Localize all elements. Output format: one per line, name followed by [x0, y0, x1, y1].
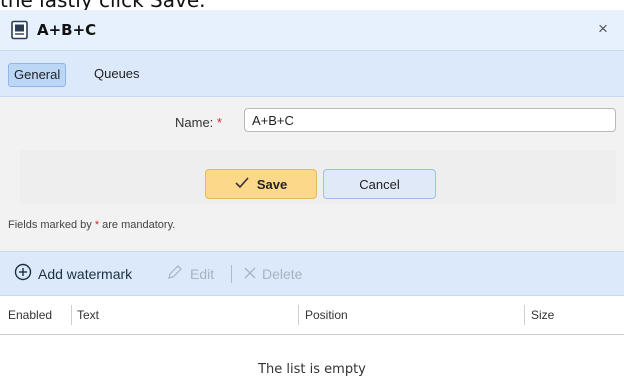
required-marker: * [216, 115, 222, 130]
note-suffix: are mandatory. [99, 219, 176, 231]
table-header: Enabled Text Position Size [0, 297, 624, 335]
empty-list-message: The list is empty [258, 362, 366, 377]
column-position[interactable]: Position [305, 308, 348, 322]
column-divider [298, 305, 299, 325]
general-form: Name: * Save Cancel Fields marked by * a… [0, 97, 624, 251]
watermark-dialog: A+B+C × General Queues Name: * Save Canc… [0, 10, 624, 381]
name-label-text: Name: [175, 115, 214, 130]
button-area [20, 150, 616, 204]
tab-general[interactable]: General [8, 63, 67, 87]
plus-circle-icon [14, 263, 32, 286]
cancel-button[interactable]: Cancel [323, 169, 436, 199]
tab-queues[interactable]: Queues [90, 63, 144, 85]
name-label: Name: * [175, 115, 222, 130]
mandatory-note: Fields marked by * are mandatory. [8, 219, 175, 231]
note-prefix: Fields marked by [8, 219, 95, 231]
add-watermark-label: Add watermark [38, 266, 133, 282]
delete-button[interactable]: Delete [244, 264, 302, 284]
toolbar-divider [231, 265, 232, 283]
column-divider [71, 305, 72, 325]
column-text[interactable]: Text [77, 308, 99, 322]
dialog-title: A+B+C [37, 21, 97, 39]
name-input[interactable] [244, 108, 616, 132]
edit-label: Edit [190, 266, 215, 282]
cancel-button-label: Cancel [359, 176, 400, 192]
column-size[interactable]: Size [531, 308, 554, 322]
document-icon [10, 20, 30, 40]
save-button[interactable]: Save [205, 169, 317, 199]
edit-button[interactable]: Edit [166, 264, 214, 284]
pencil-icon [166, 263, 184, 286]
checkmark-icon [235, 176, 249, 192]
column-divider [524, 305, 525, 325]
watermark-toolbar: Add watermark Edit Delete [0, 251, 624, 296]
column-enabled[interactable]: Enabled [8, 308, 52, 322]
dialog-titlebar: A+B+C × [0, 10, 624, 51]
delete-label: Delete [262, 266, 303, 282]
add-watermark-button[interactable]: Add watermark [14, 263, 133, 286]
close-icon[interactable]: × [592, 18, 614, 40]
tab-bar: General Queues [0, 51, 624, 97]
save-button-label: Save [256, 176, 288, 192]
close-x-icon [244, 264, 256, 284]
